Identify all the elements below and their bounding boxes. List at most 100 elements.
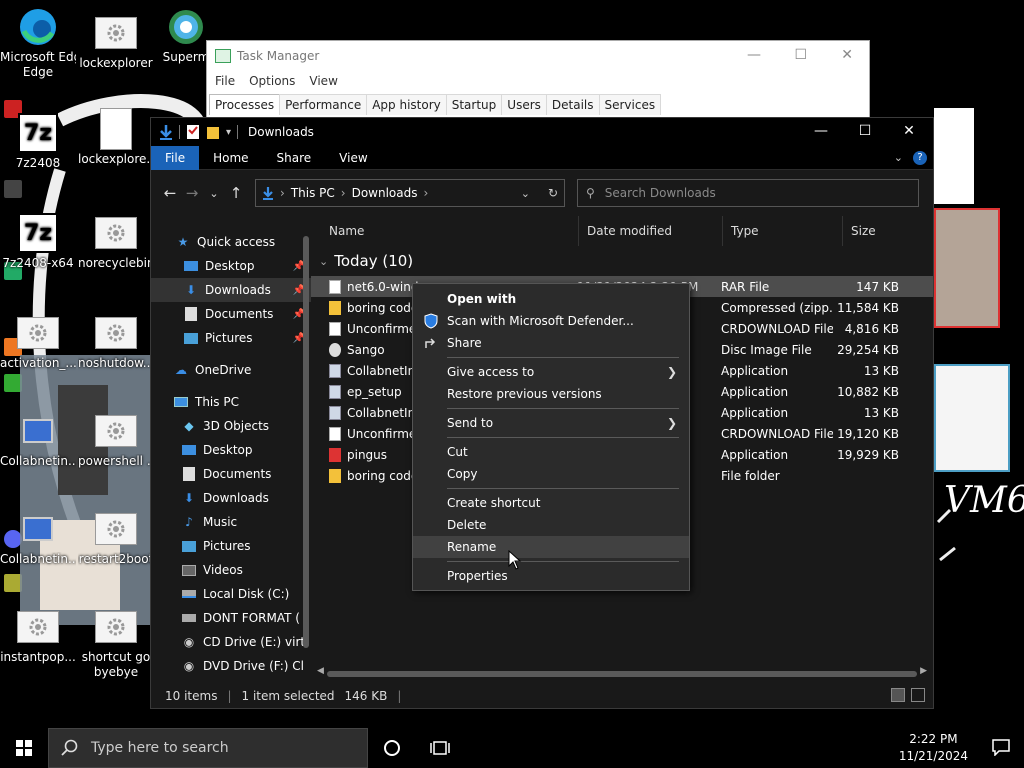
- forward-arrow-icon[interactable]: →: [181, 184, 203, 202]
- nav-quick-access[interactable]: ★ Quick access: [151, 230, 311, 254]
- notification-button[interactable]: [992, 738, 1010, 759]
- menu-item-restore-versions[interactable]: Restore previous versions: [413, 383, 689, 405]
- desktop-icon-restart2boot[interactable]: restart2boot: [78, 508, 154, 567]
- nav-pane-scrollbar[interactable]: [301, 216, 311, 684]
- tab-app-history[interactable]: App history: [366, 94, 447, 115]
- menu-item-give-access[interactable]: Give access to ❯: [413, 361, 689, 383]
- nav-dvd-drive-f[interactable]: ◉ DVD Drive (F:) Cl: [151, 654, 311, 678]
- ribbon-tab-share[interactable]: Share: [263, 146, 326, 170]
- desktop-icon-7z2408[interactable]: 7z 7z2408: [0, 112, 76, 171]
- nav-onedrive[interactable]: ☁ OneDrive: [151, 358, 311, 382]
- system-clock[interactable]: 2:22 PM 11/21/2024: [899, 731, 968, 765]
- chevron-down-icon[interactable]: ⌄: [319, 255, 328, 268]
- menu-view[interactable]: View: [309, 74, 337, 88]
- menu-item-send-to[interactable]: Send to ❯: [413, 412, 689, 434]
- large-icons-view-icon[interactable]: [911, 688, 925, 702]
- desktop-icon-noshutdown[interactable]: noshutdow...: [78, 312, 154, 371]
- ribbon-tab-file[interactable]: File: [151, 145, 200, 170]
- scrollbar-thumb[interactable]: [327, 671, 917, 677]
- task-view-button[interactable]: [416, 728, 464, 768]
- desktop-icon-edge[interactable]: Microsoft Edge Edge: [0, 6, 76, 80]
- desktop-icon-collabnet-1[interactable]: Collabnetin...: [0, 410, 76, 469]
- nav-downloads[interactable]: ⬇ Downloads: [151, 486, 311, 510]
- back-arrow-icon[interactable]: ←: [159, 184, 181, 202]
- tab-performance[interactable]: Performance: [279, 94, 368, 115]
- start-button[interactable]: [0, 728, 48, 768]
- column-size[interactable]: Size: [843, 216, 919, 246]
- recent-locations-chevron-icon[interactable]: ⌄: [203, 187, 225, 200]
- desktop-icon-collabnet-2[interactable]: Collabnetin...: [0, 508, 76, 567]
- nav-local-disk-c[interactable]: Local Disk (C:): [151, 582, 311, 606]
- nav-documents[interactable]: Documents: [151, 462, 311, 486]
- scrollbar-thumb[interactable]: [303, 236, 309, 648]
- nav-videos[interactable]: Videos: [151, 558, 311, 582]
- nav-dont-format[interactable]: DONT FORMAT (: [151, 606, 311, 630]
- ribbon-tab-home[interactable]: Home: [199, 146, 262, 170]
- new-folder-icon[interactable]: [206, 124, 220, 140]
- desktop-tile[interactable]: [4, 180, 22, 198]
- menu-item-share[interactable]: Share: [413, 332, 689, 354]
- menu-item-properties[interactable]: Properties: [413, 565, 689, 587]
- desktop-icon-7z2408-x64[interactable]: 7z 7z2408-x64: [0, 212, 76, 271]
- search-input[interactable]: Search Downloads: [605, 186, 716, 200]
- properties-checklist-icon[interactable]: [186, 124, 200, 140]
- tab-details[interactable]: Details: [545, 94, 600, 115]
- desktop-icon-powershell[interactable]: powershell ...: [78, 410, 154, 469]
- desktop-icon-lockexplorer-file[interactable]: lockexplore...: [78, 108, 154, 167]
- desktop-icon-lockexplorer[interactable]: lockexplorer: [78, 12, 154, 71]
- details-view-icon[interactable]: [891, 688, 905, 702]
- horizontal-scrollbar[interactable]: ◀ ▶: [317, 666, 927, 680]
- tab-services[interactable]: Services: [598, 94, 662, 115]
- nav-quick-documents[interactable]: Documents 📌: [151, 302, 311, 326]
- address-bar[interactable]: › This PC › Downloads › ⌄ ↻: [255, 179, 565, 207]
- column-name[interactable]: Name: [311, 216, 579, 246]
- desktop-icon-activation[interactable]: activation_...: [0, 312, 76, 371]
- scroll-left-icon[interactable]: ◀: [317, 666, 324, 676]
- up-arrow-icon[interactable]: ↑: [225, 184, 247, 202]
- breadcrumb-this-pc[interactable]: This PC: [291, 186, 335, 200]
- address-history-chevron-icon[interactable]: ⌄: [521, 187, 530, 200]
- tab-processes[interactable]: Processes: [209, 94, 281, 115]
- nav-quick-pictures[interactable]: Pictures 📌: [151, 326, 311, 350]
- nav-quick-downloads[interactable]: ⬇ Downloads 📌: [151, 278, 311, 302]
- breadcrumb-downloads[interactable]: Downloads: [352, 186, 418, 200]
- menu-item-create-shortcut[interactable]: Create shortcut: [413, 492, 689, 514]
- close-icon[interactable]: ✕: [841, 47, 853, 63]
- menu-item-open-with[interactable]: Open with: [413, 288, 689, 310]
- menu-file[interactable]: File: [215, 74, 235, 88]
- menu-item-scan-defender[interactable]: Scan with Microsoft Defender...: [413, 310, 689, 332]
- tab-users[interactable]: Users: [501, 94, 547, 115]
- desktop-icon-norecyclebin[interactable]: norecyclebin: [78, 212, 154, 271]
- minimize-icon[interactable]: —: [811, 123, 831, 139]
- tab-startup[interactable]: Startup: [445, 94, 503, 115]
- menu-item-delete[interactable]: Delete: [413, 514, 689, 536]
- maximize-icon[interactable]: ☐: [794, 47, 807, 63]
- cortana-button[interactable]: [368, 728, 416, 768]
- task-manager-window[interactable]: Task Manager — ☐ ✕ File Options View Pro…: [206, 40, 870, 120]
- taskbar-search-box[interactable]: Type here to search: [48, 728, 368, 768]
- column-date-modified[interactable]: Date modified: [579, 216, 723, 246]
- help-icon[interactable]: ?: [913, 150, 927, 165]
- nav-this-pc[interactable]: This PC: [151, 390, 311, 414]
- chevron-down-icon[interactable]: ⌄: [894, 151, 903, 164]
- desktop-icon-instantpop[interactable]: instantpop...: [0, 606, 76, 665]
- search-box[interactable]: ⚲ Search Downloads: [577, 179, 919, 207]
- refresh-icon[interactable]: ↻: [548, 186, 558, 200]
- nav-quick-desktop[interactable]: Desktop 📌: [151, 254, 311, 278]
- maximize-icon[interactable]: ☐: [855, 123, 875, 139]
- menu-item-cut[interactable]: Cut: [413, 441, 689, 463]
- close-icon[interactable]: ✕: [899, 123, 919, 139]
- ribbon-tab-view[interactable]: View: [325, 146, 381, 170]
- nav-pictures[interactable]: Pictures: [151, 534, 311, 558]
- task-manager-titlebar[interactable]: Task Manager: [207, 41, 869, 71]
- chevron-down-icon[interactable]: ▾: [226, 127, 231, 138]
- nav-cd-drive-e[interactable]: ◉ CD Drive (E:) virt: [151, 630, 311, 654]
- scroll-right-icon[interactable]: ▶: [920, 666, 927, 676]
- nav-music[interactable]: ♪ Music: [151, 510, 311, 534]
- nav-desktop[interactable]: Desktop: [151, 438, 311, 462]
- column-type[interactable]: Type: [723, 216, 843, 246]
- menu-item-copy[interactable]: Copy: [413, 463, 689, 485]
- group-header-today[interactable]: ⌄ Today (10): [311, 246, 933, 276]
- minimize-icon[interactable]: —: [747, 47, 761, 63]
- nav-3d-objects[interactable]: ◆ 3D Objects: [151, 414, 311, 438]
